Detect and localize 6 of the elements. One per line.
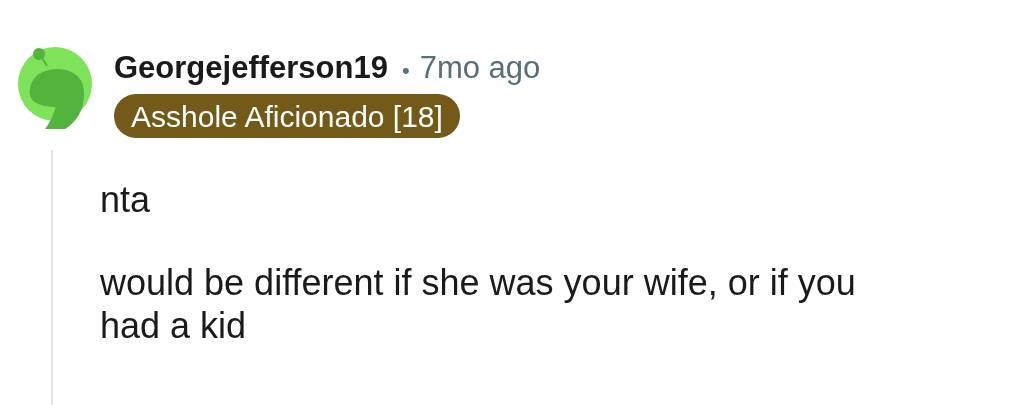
comment-text: nta bbox=[100, 178, 152, 221]
user-flair: Asshole Aficionado [18] bbox=[114, 94, 460, 138]
username[interactable]: Georgejefferson19 bbox=[114, 48, 388, 88]
separator-dot: • bbox=[401, 57, 410, 85]
comment-text: would be different if she was your wife, or if you had a kid bbox=[100, 261, 857, 347]
timestamp[interactable]: 7mo ago bbox=[419, 48, 541, 88]
